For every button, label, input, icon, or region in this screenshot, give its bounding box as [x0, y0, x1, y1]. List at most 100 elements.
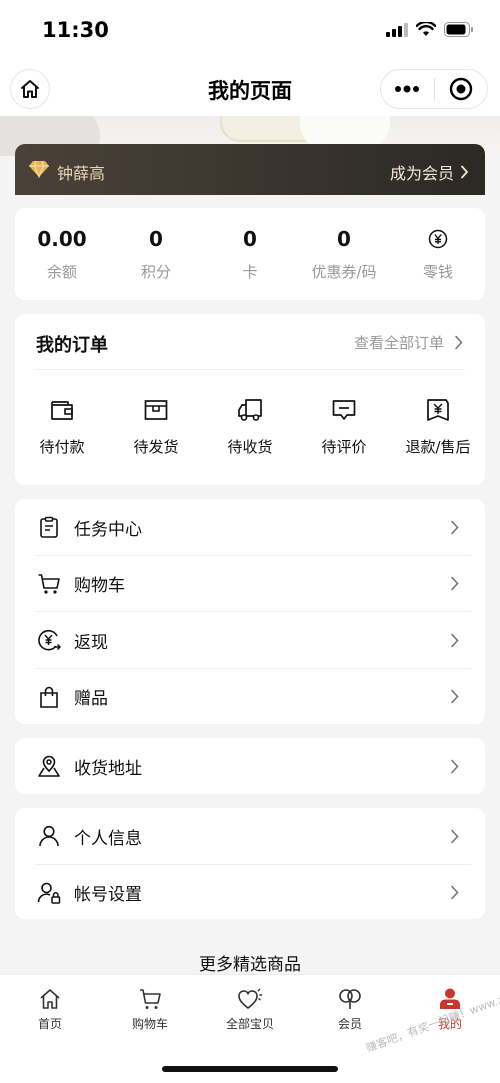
divider — [35, 369, 465, 370]
order-pending-payment[interactable]: 待付款 — [15, 396, 109, 457]
nav-bar: 我的页面 — [0, 62, 500, 116]
cashback-icon — [38, 630, 61, 651]
stat-coupons[interactable]: 0 优惠券/码 — [297, 208, 391, 300]
diamond-icon — [29, 160, 49, 178]
stat-cards[interactable]: 0 卡 — [203, 208, 297, 300]
membership-bar[interactable]: 钟薛高 成为会员 — [15, 144, 485, 195]
menu-label: 购物车 — [74, 576, 125, 597]
tab-label: 全部宝贝 — [225, 1017, 274, 1031]
menu-item-personal-info[interactable]: 个人信息 — [15, 808, 485, 865]
tab-member[interactable]: 会员 — [300, 975, 400, 1041]
truck-icon — [238, 399, 262, 421]
account-lock-icon — [37, 882, 61, 904]
stat-label: 余额 — [46, 263, 77, 281]
tab-all-items[interactable]: 全部宝贝 — [200, 975, 300, 1041]
stat-value: 0 — [337, 227, 351, 251]
menu-item-cart[interactable]: 购物车 — [15, 556, 485, 612]
order-pending-receipt[interactable]: 待收货 — [203, 396, 297, 457]
more-dots-icon — [395, 85, 420, 93]
order-refund-aftersale[interactable]: 退款/售后 — [391, 396, 485, 457]
status-bar: 11:30 — [0, 0, 500, 62]
wifi-icon — [416, 22, 436, 36]
menu-label: 收货地址 — [74, 758, 142, 779]
order-status-list: 待付款 待发货 待收货 待评价 退款/售后 — [15, 396, 485, 457]
signal-icon — [386, 22, 408, 37]
chevron-right-icon — [451, 885, 459, 900]
tab-label: 会员 — [337, 1017, 362, 1031]
chevron-right-icon — [451, 633, 459, 648]
order-label: 待付款 — [39, 438, 85, 456]
mini-program-capsule — [380, 69, 488, 109]
stat-value: 0 — [149, 227, 163, 251]
menu-group-address: 收货地址 — [15, 738, 485, 794]
orders-card: 我的订单 查看全部订单 待付款 待发货 待收货 待评价 退款/售后 — [15, 314, 485, 485]
stat-label: 卡 — [242, 263, 258, 281]
brand-name: 钟薛高 — [57, 164, 106, 183]
become-member-link[interactable]: 成为会员 — [390, 160, 469, 184]
battery-icon — [444, 22, 473, 37]
clipboard-icon — [40, 517, 58, 539]
stat-label: 零钱 — [422, 263, 453, 281]
menu-group-services: 任务中心 购物车 返现 赠品 — [15, 499, 485, 724]
stat-balance[interactable]: 0.00 余额 — [15, 208, 109, 300]
view-all-orders-label: 查看全部订单 — [353, 334, 444, 352]
order-label: 待收货 — [227, 438, 273, 456]
menu-item-shipping-address[interactable]: 收货地址 — [15, 738, 485, 795]
more-options-button[interactable] — [381, 70, 434, 108]
stat-label: 优惠券/码 — [311, 263, 377, 281]
map-pin-icon — [38, 756, 60, 778]
close-program-button[interactable] — [435, 70, 488, 108]
menu-label: 赠品 — [74, 689, 108, 710]
become-member-label: 成为会员 — [389, 164, 454, 183]
menu-item-cashback[interactable]: 返现 — [15, 612, 485, 669]
cart-icon — [140, 989, 161, 1009]
comment-icon — [332, 400, 356, 420]
package-icon — [144, 400, 168, 420]
stat-points[interactable]: 0 积分 — [109, 208, 203, 300]
tab-cart[interactable]: 购物车 — [100, 975, 200, 1041]
status-time: 11:30 — [42, 18, 109, 42]
tab-label: 首页 — [37, 1017, 62, 1031]
more-products-heading: 更多精选商品 — [199, 955, 301, 975]
menu-label: 个人信息 — [74, 828, 142, 849]
chevron-right-icon — [451, 759, 459, 774]
tab-label: 购物车 — [131, 1017, 168, 1031]
target-circle-icon — [449, 77, 472, 101]
menu-label: 返现 — [74, 632, 108, 653]
tab-home[interactable]: 首页 — [0, 975, 100, 1041]
member-icon — [339, 989, 361, 1009]
chevron-right-icon — [451, 689, 459, 704]
stat-change[interactable]: 零钱 — [391, 208, 485, 300]
assets-card: 0.00 余额 0 积分 0 卡 0 优惠券/码 零钱 — [15, 208, 485, 300]
chevron-right-icon — [461, 165, 469, 179]
order-pending-review[interactable]: 待评价 — [297, 396, 391, 457]
stat-value: 0 — [243, 227, 257, 251]
status-icons — [386, 22, 474, 37]
order-label: 待评价 — [321, 438, 367, 456]
menu-label: 任务中心 — [74, 519, 142, 540]
order-label: 退款/售后 — [405, 438, 471, 456]
heart-icon — [238, 988, 262, 1010]
stat-value: 0.00 — [37, 227, 87, 251]
menu-item-gifts[interactable]: 赠品 — [15, 669, 485, 726]
chevron-right-icon — [451, 829, 459, 844]
yen-coin-icon — [428, 229, 448, 249]
chevron-right-icon — [451, 520, 459, 535]
menu-label: 帐号设置 — [74, 885, 142, 906]
gift-bag-icon — [40, 686, 58, 708]
home-indicator — [162, 1066, 338, 1072]
chevron-right-icon — [455, 335, 463, 350]
menu-group-account: 个人信息 帐号设置 — [15, 808, 485, 919]
menu-item-account-settings[interactable]: 帐号设置 — [15, 865, 485, 922]
cart-icon — [38, 573, 60, 594]
menu-item-task-center[interactable]: 任务中心 — [15, 499, 485, 556]
order-pending-shipment[interactable]: 待发货 — [109, 396, 203, 457]
home-icon — [40, 989, 60, 1009]
chevron-right-icon — [451, 576, 459, 591]
orders-title: 我的订单 — [36, 335, 108, 356]
view-all-orders-link[interactable]: 查看全部订单 — [354, 332, 463, 353]
refund-icon — [427, 399, 449, 421]
wallet-icon — [51, 401, 73, 420]
person-icon — [39, 826, 59, 847]
stat-label: 积分 — [140, 263, 171, 281]
